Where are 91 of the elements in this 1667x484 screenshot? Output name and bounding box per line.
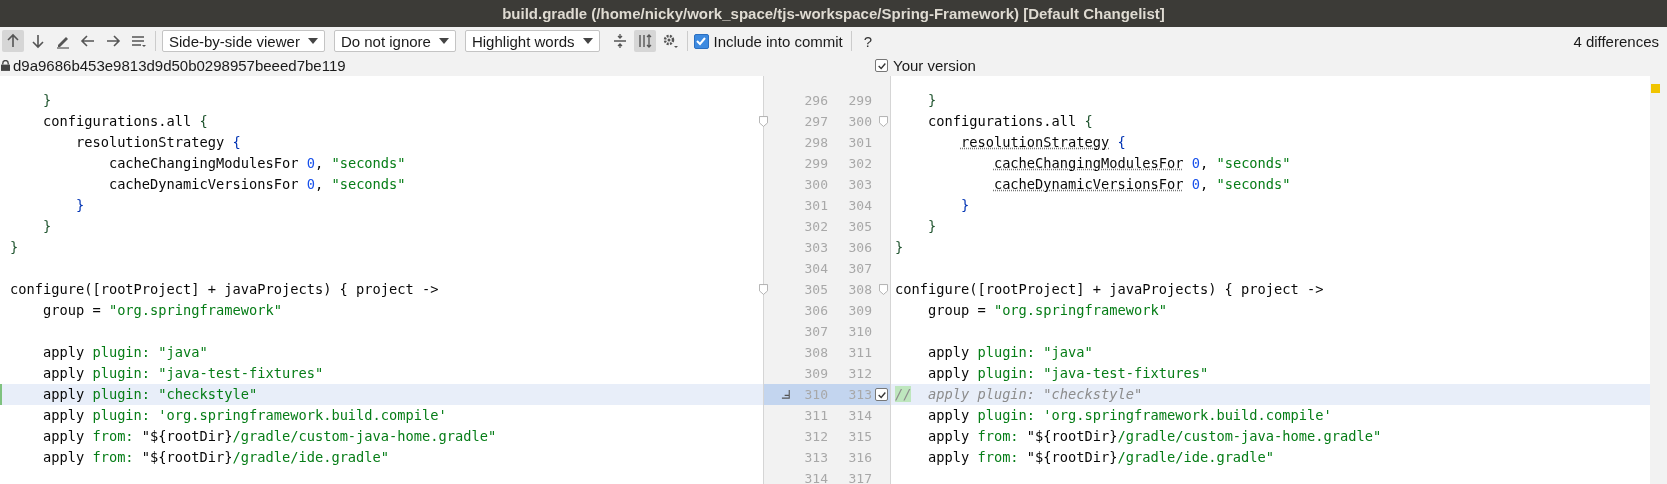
line-number: 314 <box>803 471 828 484</box>
fold-marker-icon[interactable] <box>879 116 888 127</box>
line-number: 310 <box>803 387 828 402</box>
code-line: apply from: "${rootDir}/gradle/custom-java-home.gradle" <box>926 427 1383 446</box>
line-number: 305 <box>847 219 872 234</box>
change-checkbox[interactable] <box>875 388 888 401</box>
dropdown[interactable]: Highlight words <box>464 30 600 52</box>
code-line: configure([rootProject] + javaProjects) { project -> <box>9 280 440 299</box>
line-number: 313 <box>803 450 828 465</box>
code-line: } <box>41 217 53 236</box>
line-number: 317 <box>847 471 872 484</box>
line-number: 307 <box>847 261 872 276</box>
line-number: 313 <box>847 387 872 402</box>
line-number: 305 <box>803 282 828 297</box>
apply-change-icon[interactable] <box>781 389 792 400</box>
code-line: group = "org.springframework" <box>41 301 283 320</box>
fold-marker-icon[interactable] <box>759 284 768 295</box>
caret-icon <box>307 38 318 44</box>
code-line: } <box>9 238 20 257</box>
line-number: 310 <box>847 324 872 339</box>
line-number: 298 <box>803 135 828 150</box>
line-number: 301 <box>847 135 872 150</box>
line-number: 308 <box>847 282 872 297</box>
code-line: resolutionStrategy { <box>74 133 242 152</box>
code-line: apply plugin: "java-test-fixtures" <box>41 364 325 383</box>
checkmark-icon <box>695 35 707 47</box>
line-number: 309 <box>803 366 828 381</box>
code-line: group = "org.springframework" <box>926 301 1168 320</box>
line-number: 297 <box>803 114 828 129</box>
code-line: cacheDynamicVersionsFor 0, "seconds" <box>107 175 407 194</box>
dropdown[interactable]: Do not ignore <box>333 30 456 52</box>
line-number: 304 <box>847 198 872 213</box>
lock-icon <box>1 60 10 71</box>
line-number: 312 <box>847 366 872 381</box>
line-number: 306 <box>803 303 828 318</box>
code-line: } <box>74 196 86 215</box>
line-number: 301 <box>803 198 828 213</box>
line-number: 299 <box>803 156 828 171</box>
differences-count: 4 differences <box>1573 32 1660 50</box>
code-line: apply from: "${rootDir}/gradle/custom-java-home.gradle" <box>41 427 498 446</box>
code-line: apply from: "${rootDir}/gradle/ide.gradle" <box>41 448 391 467</box>
line-number: 311 <box>803 408 828 423</box>
line-number: 303 <box>803 240 828 255</box>
code-line: configurations.all { <box>41 112 209 131</box>
line-number: 296 <box>803 93 828 108</box>
code-line: } <box>926 91 938 110</box>
code-line: cacheChangingModulesFor 0, "seconds" <box>107 154 407 173</box>
revision-hash: d9a9686b453e9813d9d50b0298957beeed7be119 <box>13 57 346 74</box>
fold-marker-icon[interactable] <box>879 284 888 295</box>
code-line: } <box>894 238 905 257</box>
code-line: apply plugin: 'org.springframework.build.compile' <box>41 406 448 425</box>
line-number: 300 <box>803 177 828 192</box>
line-number: 316 <box>847 450 872 465</box>
caret-icon <box>582 38 593 44</box>
code-line: apply plugin: "java" <box>41 343 209 362</box>
line-number: 303 <box>847 177 872 192</box>
caret-icon <box>438 38 449 44</box>
line-number: 315 <box>847 429 872 444</box>
line-number: 302 <box>803 219 828 234</box>
line-number: 308 <box>803 345 828 360</box>
line-number: 311 <box>847 345 872 360</box>
line-number: 300 <box>847 114 872 129</box>
sync-scroll-icon[interactable] <box>633 30 656 52</box>
code-line: } <box>41 91 53 110</box>
line-number: 302 <box>847 156 872 171</box>
code-line: apply plugin: "java" <box>926 343 1094 362</box>
code-line: configure([rootProject] + javaProjects) { project -> <box>894 280 1325 299</box>
code-line: apply from: "${rootDir}/gradle/ide.gradle" <box>926 448 1276 467</box>
include-checkbox[interactable]: Include into commit <box>693 32 845 50</box>
window-title: build.gradle (/home/nicky/work_space/tjs-workspace/Spring-Framework) [Default Changelist] <box>502 5 1165 22</box>
line-number: 306 <box>847 240 872 255</box>
line-number: 309 <box>847 303 872 318</box>
code-line: resolutionStrategy { <box>959 133 1127 152</box>
line-number: 314 <box>847 408 872 423</box>
version-label: Your version <box>893 56 976 74</box>
code-line: apply plugin: 'org.springframework.build.compile' <box>926 406 1333 425</box>
code-line: cacheDynamicVersionsFor 0, "seconds" <box>992 175 1292 194</box>
code-line: } <box>959 196 971 215</box>
code-line: cacheChangingModulesFor 0, "seconds" <box>992 154 1292 173</box>
error-stripe-marker <box>1651 84 1660 93</box>
line-number: 307 <box>803 324 828 339</box>
line-number: 299 <box>847 93 872 108</box>
code-line: apply plugin: "java-test-fixtures" <box>926 364 1210 383</box>
code-line: configurations.all { <box>926 112 1094 131</box>
version-checkbox[interactable] <box>875 59 888 72</box>
fold-marker-icon[interactable] <box>759 116 768 127</box>
dropdown[interactable]: Side-by-side viewer <box>162 30 325 52</box>
help-button[interactable]: ? <box>857 32 879 50</box>
code-line: } <box>926 217 938 236</box>
line-number: 304 <box>803 261 828 276</box>
line-number: 312 <box>803 429 828 444</box>
